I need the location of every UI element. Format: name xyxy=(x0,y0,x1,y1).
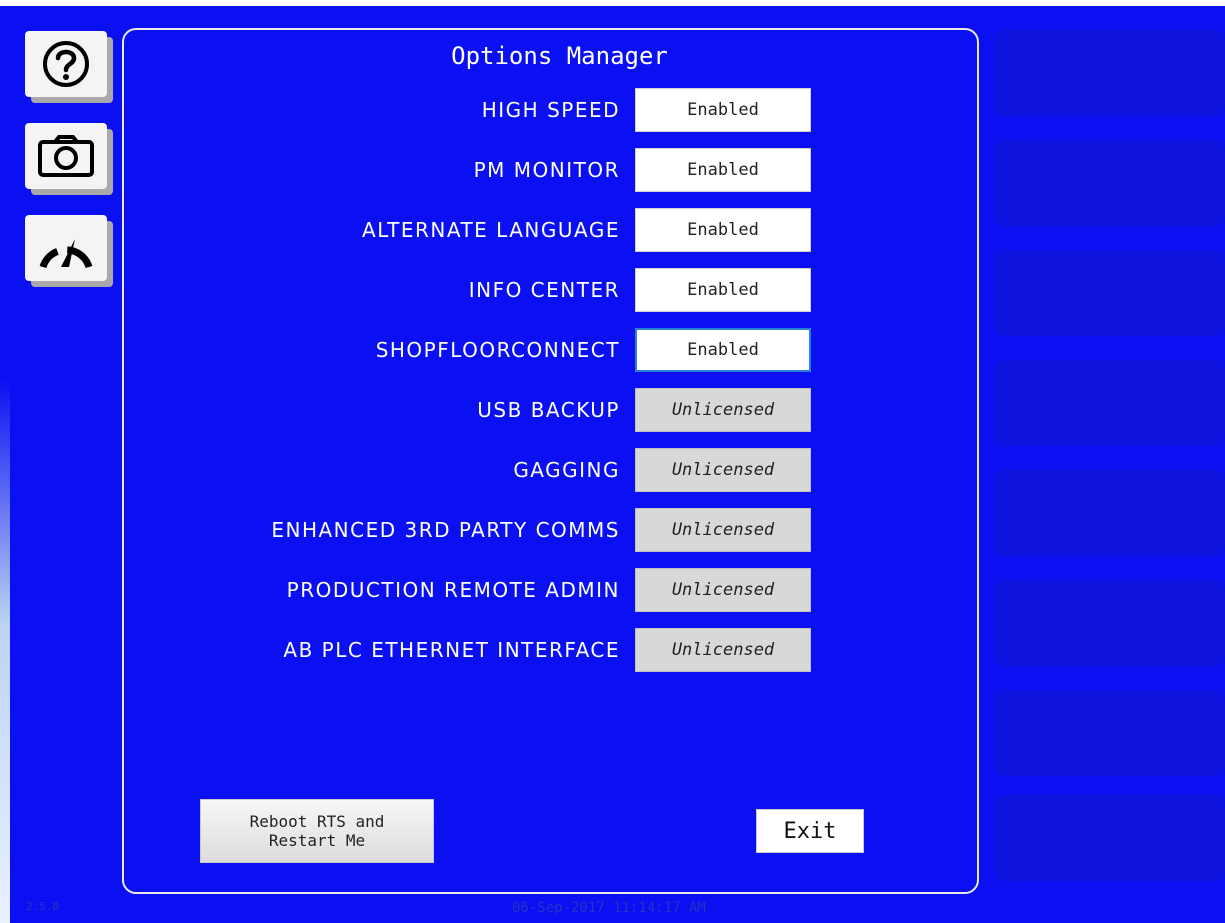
option-row: USB BACKUP Unlicensed xyxy=(130,388,820,432)
right-button-column xyxy=(995,30,1225,881)
empty-slot-button[interactable] xyxy=(995,250,1225,336)
option-label: PRODUCTION REMOTE ADMIN xyxy=(286,578,620,602)
option-row: SHOPFLOORCONNECT Enabled xyxy=(130,328,820,372)
option-label: GAGGING xyxy=(513,458,620,482)
option-label: USB BACKUP xyxy=(477,398,620,422)
option-status-button[interactable]: Unlicensed xyxy=(635,628,811,672)
empty-slot-button[interactable] xyxy=(995,30,1225,116)
reboot-button[interactable]: Reboot RTS and Restart Me xyxy=(200,799,434,863)
option-label: HIGH SPEED xyxy=(481,98,620,122)
empty-slot-button[interactable] xyxy=(995,580,1225,666)
option-label: ALTERNATE LANGUAGE xyxy=(362,218,620,242)
option-row: AB PLC ETHERNET INTERFACE Unlicensed xyxy=(130,628,820,672)
option-row: INFO CENTER Enabled xyxy=(130,268,820,312)
option-row: ENHANCED 3RD PARTY COMMS Unlicensed xyxy=(130,508,820,552)
page-title: Options Manager xyxy=(451,42,668,70)
empty-slot-button[interactable] xyxy=(995,360,1225,446)
option-status-button[interactable]: Enabled xyxy=(635,268,811,312)
option-row: PRODUCTION REMOTE ADMIN Unlicensed xyxy=(130,568,820,612)
option-row: HIGH SPEED Enabled xyxy=(130,88,820,132)
datetime-label: 06-Sep-2017 11:14:17 AM xyxy=(512,900,706,916)
option-label: SHOPFLOORCONNECT xyxy=(375,338,620,362)
option-row: GAGGING Unlicensed xyxy=(130,448,820,492)
empty-slot-button[interactable] xyxy=(995,690,1225,776)
camera-icon xyxy=(37,134,95,178)
empty-slot-button[interactable] xyxy=(995,795,1225,881)
option-label: INFO CENTER xyxy=(468,278,620,302)
option-status-button[interactable]: Enabled xyxy=(635,148,811,192)
empty-slot-button[interactable] xyxy=(995,140,1225,226)
option-status-button[interactable]: Enabled xyxy=(635,208,811,252)
top-strip xyxy=(0,0,1225,6)
option-row: ALTERNATE LANGUAGE Enabled xyxy=(130,208,820,252)
option-row: PM MONITOR Enabled xyxy=(130,148,820,192)
screenshot-button[interactable] xyxy=(25,123,107,189)
option-status-button[interactable]: Unlicensed xyxy=(635,508,811,552)
left-edge-fade xyxy=(0,380,10,923)
option-status-button[interactable]: Enabled xyxy=(635,328,811,372)
option-status-button[interactable]: Enabled xyxy=(635,88,811,132)
option-status-button[interactable]: Unlicensed xyxy=(635,448,811,492)
gauge-button[interactable] xyxy=(25,215,107,281)
gauge-icon xyxy=(35,225,97,271)
help-button[interactable] xyxy=(25,31,107,97)
option-status-button[interactable]: Unlicensed xyxy=(635,388,811,432)
empty-slot-button[interactable] xyxy=(995,470,1225,556)
exit-button[interactable]: Exit xyxy=(756,809,864,853)
version-label: 2.5.8 xyxy=(26,900,60,913)
option-label: PM MONITOR xyxy=(473,158,620,182)
option-label: AB PLC ETHERNET INTERFACE xyxy=(283,638,620,662)
option-label: ENHANCED 3RD PARTY COMMS xyxy=(271,518,620,542)
question-icon xyxy=(41,39,91,89)
option-status-button[interactable]: Unlicensed xyxy=(635,568,811,612)
